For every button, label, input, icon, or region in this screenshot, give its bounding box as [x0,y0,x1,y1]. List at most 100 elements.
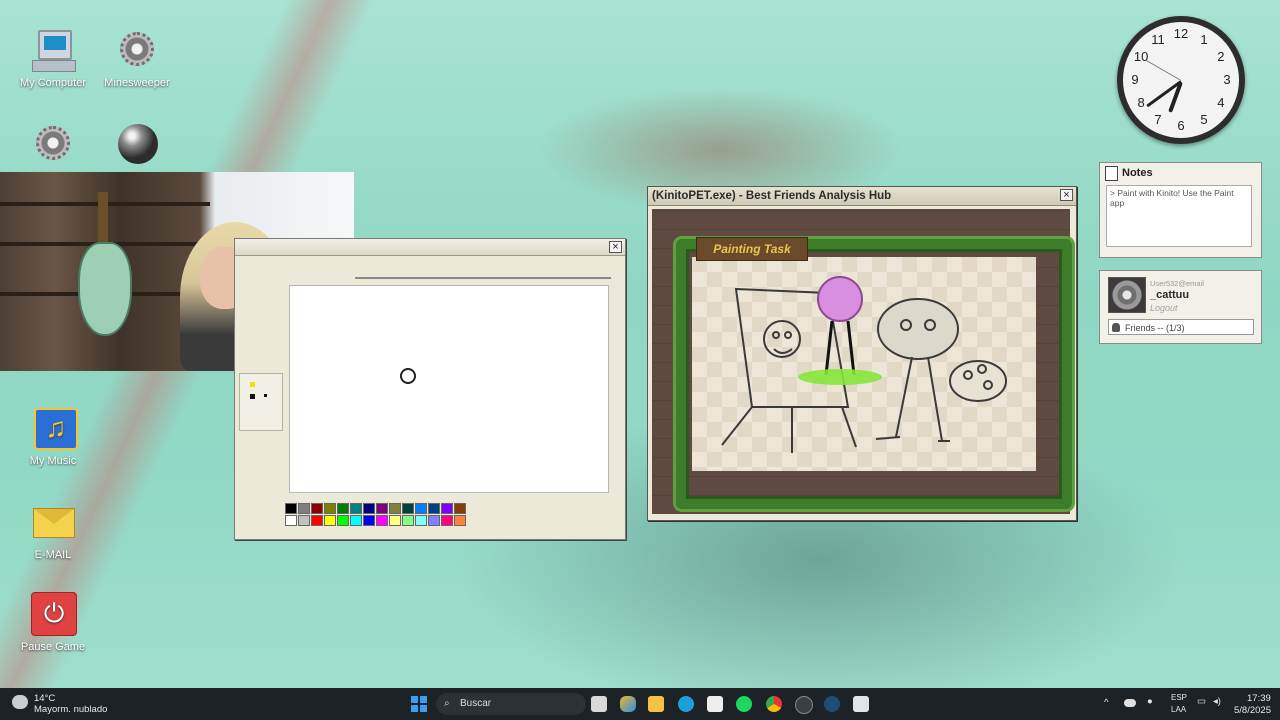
tool-brush-large[interactable] [264,394,267,397]
palette-swatch[interactable] [454,515,466,526]
notes-widget[interactable]: Notes > Paint with Kinito! Use the Paint… [1099,162,1262,258]
power-icon: ⏻ [30,592,77,638]
desktop-icon-label: My Computer [19,77,87,89]
volume-icon[interactable]: ◂) [1213,696,1221,707]
palette-swatch[interactable] [311,503,323,514]
palette-swatch[interactable] [428,515,440,526]
palette-swatch[interactable] [337,515,349,526]
palette-swatch[interactable] [337,503,349,514]
search-box[interactable]: ⌕ Buscar [436,693,586,715]
desktop-icon-my-computer[interactable]: My Computer [8,28,98,89]
palette-swatch[interactable] [324,503,336,514]
friends-widget[interactable]: User532@email _cattuu Logout Friends -- … [1099,270,1262,344]
palette-swatch[interactable] [389,503,401,514]
palette-swatch[interactable] [441,503,453,514]
clock-time[interactable]: 17:39 [1247,693,1271,704]
desktop-icon-ball[interactable] [92,122,182,171]
edge-icon[interactable] [678,696,694,712]
task-view-icon[interactable] [591,696,607,712]
desktop-icon-label: E-MAIL [34,549,72,561]
clock-number: 1 [1200,32,1208,48]
weather-widget[interactable]: 14°C Mayorm. nublado [12,692,112,716]
desktop-icon-email[interactable]: E-MAIL [8,500,98,561]
paint-canvas[interactable] [289,285,609,493]
palette-swatch[interactable] [441,515,453,526]
palette-swatch[interactable] [415,515,427,526]
file-explorer-icon[interactable] [648,696,664,712]
network-icon[interactable]: ▭ [1197,696,1206,707]
paint-window[interactable]: × [234,238,626,540]
friend-character [875,298,959,442]
clock-date[interactable]: 5/8/2025 [1234,705,1271,716]
kinito-title: (KinitoPET.exe) - Best Friends Analysis … [648,187,1076,206]
palette-swatch[interactable] [324,515,336,526]
clock-number: 9 [1131,72,1139,87]
desktop-icon-my-music[interactable]: ♫ My Music [8,406,98,467]
gear-icon [30,122,76,168]
drawing-scene [721,276,1007,453]
palette-swatch[interactable] [298,503,310,514]
start-button[interactable] [411,696,427,712]
kinito-taskbar-icon[interactable] [853,696,869,712]
palette-swatch[interactable] [415,503,427,514]
drawing-paper [692,257,1036,471]
clock-number: 7 [1154,111,1162,127]
weather-temp: 14°C [34,693,56,704]
copilot-icon[interactable] [620,696,636,712]
logout-link[interactable]: Logout [1150,303,1178,313]
kinito-close-button[interactable]: × [1060,189,1073,201]
desktop-icon-settings[interactable] [8,122,98,171]
palette-swatch[interactable] [376,503,388,514]
clock-number: 2 [1217,49,1225,64]
palette-swatch[interactable] [428,503,440,514]
user-email: User532@email [1150,279,1204,288]
clock-number: 5 [1200,111,1208,127]
friends-list-button[interactable]: Friends -- (1/3) [1108,319,1254,335]
palette-swatch[interactable] [389,515,401,526]
spotify-icon[interactable] [736,696,752,712]
kinito-window[interactable]: (KinitoPET.exe) - Best Friends Analysis … [647,186,1077,521]
search-placeholder: Buscar [460,698,492,709]
tool-brush-medium[interactable] [250,394,255,399]
clock-number: 12 [1173,26,1189,41]
desktop-icon-minesweeper[interactable]: Minesweeper [92,28,182,89]
desktop-icon-pause-game[interactable]: ⏻ Pause Game [8,592,98,653]
palette-swatch[interactable] [350,515,362,526]
tray-chevron-icon[interactable]: ^ [1104,697,1108,708]
palette-swatch[interactable] [454,503,466,514]
palette-swatch[interactable] [311,515,323,526]
palette-swatch[interactable] [363,503,375,514]
user-name: _cattuu [1150,289,1190,301]
steam-icon[interactable] [824,696,840,712]
tool-brush-small[interactable] [250,382,255,387]
music-icon: ♫ [30,406,78,452]
paint-palette-drawing [949,360,1007,402]
recorder-icon[interactable] [795,696,813,714]
lang-bottom[interactable]: LAA [1171,705,1186,714]
avatar [1108,277,1146,313]
notes-text[interactable]: > Paint with Kinito! Use the Paint app [1106,185,1252,247]
clock-number: 10 [1133,49,1149,64]
palette-swatch[interactable] [298,515,310,526]
palette-swatch[interactable] [285,515,297,526]
palette-swatch[interactable] [363,515,375,526]
palette-swatch[interactable] [350,503,362,514]
palette-swatch[interactable] [376,515,388,526]
clock-second-hand [1146,60,1182,81]
ball-icon [114,122,160,168]
onedrive-icon[interactable] [1124,699,1136,707]
lang-top[interactable]: ESP [1171,693,1187,702]
taskbar: 14°C Mayorm. nublado ⌕ Buscar ^ ● ESP LA… [0,688,1280,720]
palette-swatch[interactable] [402,503,414,514]
chrome-icon[interactable] [766,696,782,712]
paint-close-button[interactable]: × [609,241,622,253]
search-icon: ⌕ [444,698,450,709]
paint-title-bar[interactable] [235,239,625,256]
palette-swatch[interactable] [402,515,414,526]
mic-icon[interactable]: ● [1147,696,1153,707]
palette-swatch[interactable] [285,503,297,514]
store-icon[interactable] [707,696,723,712]
paint-menu-bar [355,259,611,279]
color-palette[interactable] [285,503,466,526]
paint-toolbox[interactable] [239,373,283,431]
